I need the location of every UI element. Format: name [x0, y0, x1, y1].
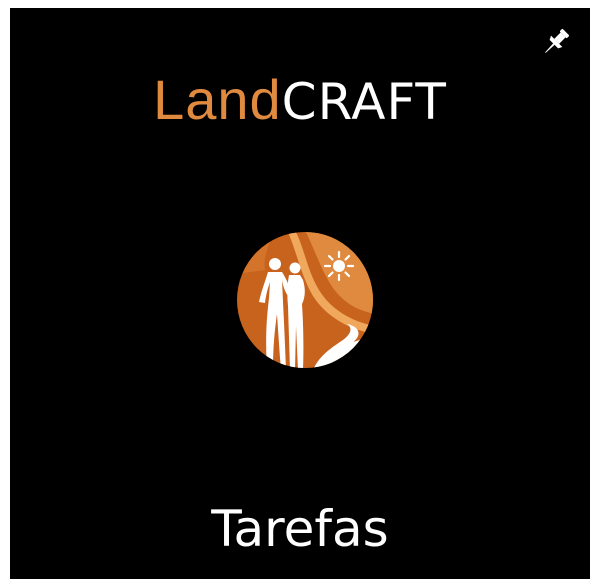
- brand-title-craft: CRAFT: [281, 73, 447, 131]
- brand-title: LandCRAFT: [10, 60, 590, 142]
- pin-icon[interactable]: [538, 24, 574, 60]
- brand-title-land: Land: [153, 68, 282, 131]
- landcraft-logo: [235, 230, 375, 370]
- tile-caption: Tarefas: [211, 500, 389, 558]
- app-tile[interactable]: LandCRAFT Tarefas: [10, 8, 590, 579]
